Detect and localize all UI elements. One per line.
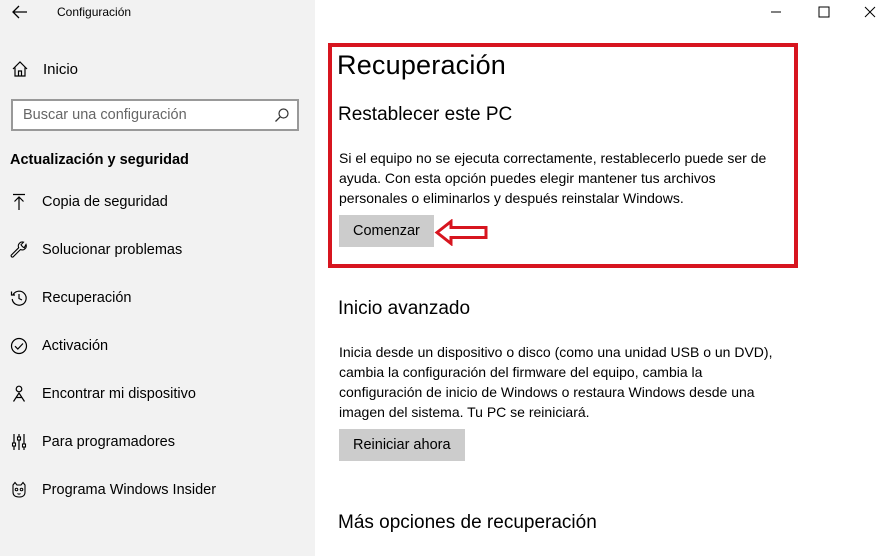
page-title: Recuperación [337,50,507,80]
sidebar-item-windows-insider[interactable]: Programa Windows Insider [0,468,315,512]
sidebar-home-label: Inicio [43,60,79,78]
reset-heading: Restablecer este PC [338,104,513,125]
sidebar-item-find-device[interactable]: Encontrar mi dispositivo [0,372,315,416]
wrench-icon [9,240,29,260]
pointer-arrow-icon [434,219,488,246]
sidebar-item-troubleshoot[interactable]: Solucionar problemas [0,228,315,272]
restart-now-button[interactable]: Reiniciar ahora [339,429,465,461]
sidebar-item-backup[interactable]: Copia de seguridad [0,180,315,224]
backup-arrow-icon [9,192,29,212]
home-icon [10,59,30,79]
search-placeholder: Buscar una configuración [23,107,187,123]
check-circle-icon [9,336,29,356]
main-content: Recuperación Restablecer este PC Si el e… [315,0,889,556]
sidebar-item-activation[interactable]: Activación [0,324,315,368]
sidebar-item-label: Recuperación [42,290,132,306]
developer-sliders-icon [9,432,29,452]
sidebar: Configuración Inicio Buscar una configur… [0,0,315,556]
search-icon[interactable] [273,106,291,124]
more-recovery-options-heading: Más opciones de recuperación [338,512,597,533]
sidebar-item-developers[interactable]: Para programadores [0,420,315,464]
insider-cat-icon [9,480,29,500]
sidebar-item-label: Activación [42,338,109,354]
reset-description: Si el equipo no se ejecuta correctamente… [339,150,767,206]
section-title: Actualización y seguridad [10,152,189,168]
app-title: Configuración [57,5,132,19]
sidebar-item-label: Programa Windows Insider [42,482,217,498]
advanced-startup-heading: Inicio avanzado [338,298,471,319]
sidebar-item-recovery[interactable]: Recuperación [0,276,315,320]
recovery-icon [9,288,29,308]
person-pin-icon [9,384,29,404]
sidebar-item-home[interactable]: Inicio [10,57,78,81]
sidebar-item-label: Solucionar problemas [42,242,183,258]
search-input[interactable]: Buscar una configuración [11,99,299,131]
back-arrow-icon[interactable] [10,2,30,22]
sidebar-item-label: Encontrar mi dispositivo [42,386,196,402]
sidebar-item-label: Copia de seguridad [42,194,168,210]
get-started-button[interactable]: Comenzar [339,215,434,247]
advanced-startup-description: Inicia desde un dispositivo o disco (com… [339,344,773,420]
sidebar-item-label: Para programadores [42,434,175,450]
